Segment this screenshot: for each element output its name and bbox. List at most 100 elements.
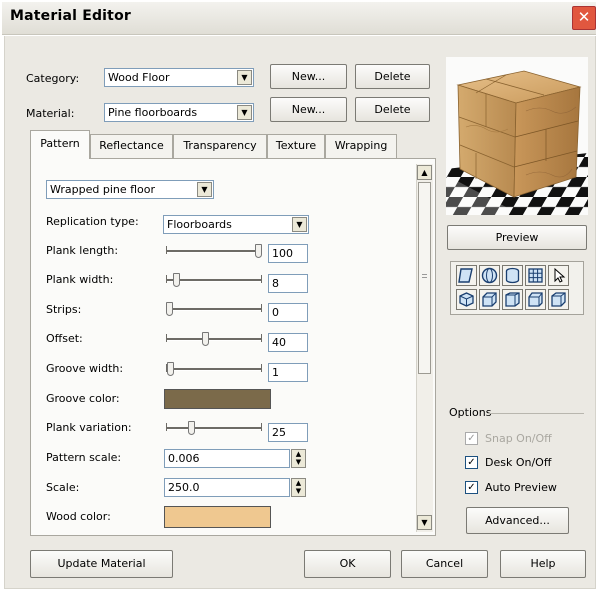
slider-tick [166, 246, 167, 254]
slider-track [166, 250, 262, 253]
plank-variation-slider[interactable] [166, 419, 262, 437]
wood-color-swatch[interactable] [164, 506, 271, 528]
spin-up-icon[interactable]: ▲ [292, 479, 305, 487]
options-divider [488, 413, 584, 414]
strips-input[interactable]: 0 [268, 303, 308, 322]
slider-tick [166, 423, 167, 431]
chevron-down-icon[interactable]: ▼ [237, 105, 252, 120]
scale-spinner[interactable]: ▲ ▼ [291, 478, 306, 497]
desk-checkbox[interactable]: ✓ [465, 456, 478, 469]
cube-view-3-icon[interactable] [502, 289, 523, 310]
slider-tick [261, 364, 262, 372]
snap-checkbox[interactable]: ✓ [465, 432, 478, 445]
pattern-scale-input[interactable]: 0.006 [164, 449, 290, 468]
tab-transparency[interactable]: Transparency [173, 134, 267, 158]
slider-tick [166, 334, 167, 342]
plank-width-slider[interactable] [166, 271, 262, 289]
scrollbar-thumb[interactable] [418, 182, 431, 374]
plank-length-input[interactable]: 100 [268, 244, 308, 263]
scroll-down-icon[interactable]: ▼ [417, 515, 432, 530]
pointer-icon[interactable] [548, 265, 569, 286]
offset-input[interactable]: 40 [268, 333, 308, 352]
groove-width-input[interactable]: 1 [268, 363, 308, 382]
grid-shape-icon[interactable] [525, 265, 546, 286]
tab-texture[interactable]: Texture [267, 134, 325, 158]
slider-track [166, 338, 262, 341]
new-category-button[interactable]: New... [270, 64, 347, 89]
offset-slider[interactable] [166, 330, 262, 348]
slider-thumb[interactable] [167, 362, 174, 376]
groove-color-label: Groove color: [46, 392, 120, 405]
replication-type-label: Replication type: [46, 215, 139, 228]
options-heading: Options [449, 406, 492, 419]
delete-category-button[interactable]: Delete [355, 64, 430, 89]
slider-thumb[interactable] [202, 332, 209, 346]
slider-thumb[interactable] [188, 421, 195, 435]
category-select[interactable]: Wood Floor ▼ [104, 68, 254, 87]
window-title: Material Editor [10, 8, 131, 24]
slider-tick [261, 275, 262, 283]
help-button[interactable]: Help [500, 550, 586, 578]
cube-view-2-icon[interactable] [479, 289, 500, 310]
cancel-button[interactable]: Cancel [401, 550, 488, 578]
advanced-button[interactable]: Advanced... [466, 507, 569, 534]
slider-track [166, 368, 262, 371]
spin-down-icon[interactable]: ▼ [292, 458, 305, 466]
strips-slider[interactable] [166, 300, 262, 318]
groove-width-slider[interactable] [166, 360, 262, 378]
tab-pattern[interactable]: Pattern [30, 130, 90, 159]
slider-thumb[interactable] [173, 273, 180, 287]
cube-view-1-icon[interactable] [456, 289, 477, 310]
plank-width-label: Plank width: [46, 273, 114, 286]
wood-color-label: Wood color: [46, 510, 111, 523]
desk-label: Desk On/Off [485, 456, 552, 469]
snap-label: Snap On/Off [485, 432, 552, 445]
replication-type-select[interactable]: Floorboards ▼ [163, 215, 309, 234]
plank-length-slider[interactable] [166, 242, 262, 260]
chevron-down-icon[interactable]: ▼ [197, 182, 212, 197]
slider-thumb[interactable] [166, 302, 173, 316]
plank-variation-label: Plank variation: [46, 421, 132, 434]
ok-button[interactable]: OK [304, 550, 391, 578]
cube-view-4-icon[interactable] [525, 289, 546, 310]
plank-variation-input[interactable]: 25 [268, 423, 308, 442]
pattern-preset-value: Wrapped pine floor [50, 183, 156, 196]
plank-width-input[interactable]: 8 [268, 274, 308, 293]
slider-track [166, 279, 262, 282]
plank-length-label: Plank length: [46, 244, 119, 257]
spin-up-icon[interactable]: ▲ [292, 450, 305, 458]
scale-label: Scale: [46, 481, 80, 494]
cube-view-5-icon[interactable] [548, 289, 569, 310]
material-select[interactable]: Pine floorboards ▼ [104, 103, 254, 122]
material-label: Material: [26, 107, 75, 120]
chevron-down-icon[interactable]: ▼ [237, 70, 252, 85]
update-material-button[interactable]: Update Material [30, 550, 173, 578]
preview-button[interactable]: Preview [447, 225, 587, 250]
auto-preview-checkbox[interactable]: ✓ [465, 481, 478, 494]
category-value: Wood Floor [108, 71, 170, 84]
chevron-down-icon[interactable]: ▼ [292, 217, 307, 232]
groove-width-label: Groove width: [46, 362, 124, 375]
close-button[interactable]: ✕ [572, 6, 596, 30]
groove-color-swatch[interactable] [164, 389, 271, 409]
delete-material-button[interactable]: Delete [355, 97, 430, 122]
pattern-preset-select[interactable]: Wrapped pine floor ▼ [46, 180, 214, 199]
material-preview-image [446, 57, 588, 215]
scroll-up-icon[interactable]: ▲ [417, 165, 432, 180]
preview-cube-render [446, 57, 588, 215]
cylinder-shape-icon[interactable] [502, 265, 523, 286]
replication-type-value: Floorboards [167, 218, 232, 231]
spin-down-icon[interactable]: ▼ [292, 487, 305, 495]
plane-shape-icon[interactable] [456, 265, 477, 286]
pattern-scale-label: Pattern scale: [46, 451, 122, 464]
pattern-scale-spinner[interactable]: ▲ ▼ [291, 449, 306, 468]
sphere-shape-icon[interactable] [479, 265, 500, 286]
slider-track [166, 427, 262, 430]
scale-input[interactable]: 250.0 [164, 478, 290, 497]
tab-wrapping[interactable]: Wrapping [325, 134, 397, 158]
new-material-button[interactable]: New... [270, 97, 347, 122]
slider-tick [261, 334, 262, 342]
tab-reflectance[interactable]: Reflectance [90, 134, 173, 158]
slider-thumb[interactable] [255, 244, 262, 258]
material-value: Pine floorboards [108, 106, 198, 119]
